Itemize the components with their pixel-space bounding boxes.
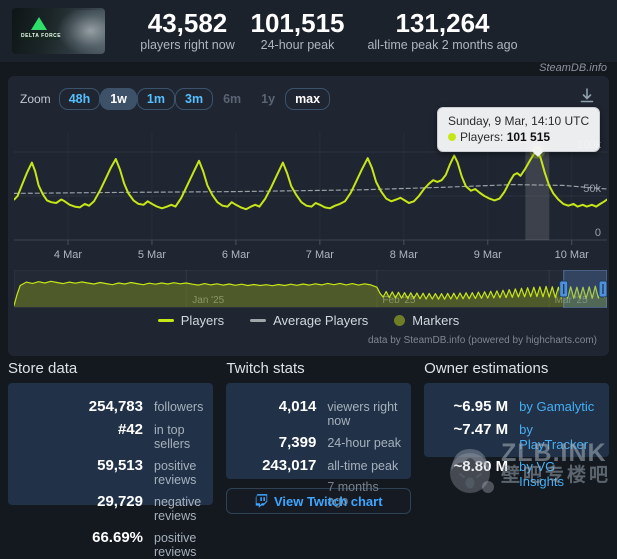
row-value: 254,783 (88, 398, 143, 415)
table-row: 4,014 viewers right now (236, 398, 401, 428)
legend-line-icon (157, 319, 174, 322)
zoom-label: Zoom (20, 92, 51, 106)
zoom-button-1m[interactable]: 1m (136, 88, 175, 110)
twitch-stats-title: Twitch stats (226, 360, 305, 377)
chart-legend: Players Average Players Markers (8, 313, 609, 328)
x-axis-label: 6 Mar (222, 249, 250, 261)
zoom-button-1y: 1y (251, 88, 285, 110)
delta-force-logo: DELTA FORCE (19, 17, 61, 40)
store-data-title: Store data (8, 360, 78, 377)
zoom-button-max[interactable]: max (285, 88, 331, 110)
legend-label: Markers (412, 313, 460, 328)
row-value: 29,729 (97, 493, 143, 510)
row-value: 243,017 (262, 457, 317, 474)
table-row: 66.69% positive reviews (18, 529, 203, 559)
table-row: 243,017 all-time peak (236, 457, 401, 474)
row-label: all-time peak (327, 459, 399, 473)
owner-estimate-link[interactable]: by Gamalytic (519, 399, 594, 414)
row-value: ~7.47 M (453, 421, 509, 438)
legend-dot-icon (394, 315, 406, 326)
zoom-button-48h[interactable]: 48h (58, 88, 101, 110)
x-axis-label: 4 Mar (54, 249, 82, 261)
row-label: in top sellers (154, 423, 191, 451)
table-row: ~7.47 M by PlayTracker (434, 421, 599, 452)
twitch-stats-column: Twitch stats 4,014 viewers right now 7,399… (226, 360, 412, 514)
row-label: followers (154, 400, 204, 414)
game-capsule-image[interactable]: DELTA FORCE (12, 8, 105, 54)
steamdb-link[interactable]: SteamDB.info (539, 62, 607, 74)
zoom-button-6m: 6m (213, 88, 251, 110)
y-axis-label-50k: 50k (583, 183, 601, 195)
navigator-handle-right[interactable] (598, 280, 607, 298)
table-row: ~8.80 M by VG Insights (434, 458, 599, 489)
store-data-card: 254,783 followers #42 in top sellers 59,513 p… (8, 383, 214, 559)
game-art-soldier (57, 10, 105, 54)
series-line-players (14, 149, 607, 211)
row-value: 59,513 (97, 457, 143, 474)
x-axis-label: 7 Mar (306, 249, 334, 261)
legend-label: Players (180, 313, 225, 328)
row-label: positive reviews (154, 459, 197, 487)
owner-estimate-link[interactable]: by PlayTracker (519, 422, 599, 452)
chart-attribution: data by SteamDB.info (powered by highcha… (368, 335, 597, 346)
owner-estimate-link[interactable]: by VG Insights (519, 459, 599, 489)
x-axis-label: 9 Mar (474, 249, 502, 261)
stat-alltime-peak: 131,264 all-time peak 2 months ago (335, 9, 550, 52)
table-row: 29,729 negative reviews (18, 493, 203, 523)
y-axis-label-0: 0 (595, 227, 601, 239)
owner-estimations-title: Owner estimations (424, 360, 549, 377)
twitch-icon (255, 494, 268, 508)
legend-label: Average Players (273, 313, 369, 328)
chart-tooltip: Sunday, 9 Mar, 14:10 UTC Players: 101 51… (437, 107, 601, 157)
row-label: viewers right now (327, 400, 398, 428)
x-axis-label: 10 Mar (555, 249, 590, 261)
table-row: ~6.95 M by Gamalytic (434, 398, 599, 415)
store-data-column: Store data 254,783 followers #42 in top sel… (8, 360, 214, 559)
stat-value: 131,264 (395, 8, 490, 38)
table-row: #42 in top sellers (18, 421, 203, 451)
table-row: 254,783 followers (18, 398, 204, 415)
row-value: #42 (117, 421, 143, 438)
app-header: DELTA FORCE 43,582 players right now 101… (0, 0, 617, 62)
row-label: positive reviews (154, 531, 197, 559)
row-value: 4,014 (278, 398, 317, 415)
row-label: negative reviews (154, 495, 202, 523)
x-axis-label: 5 Mar (138, 249, 166, 261)
legend-item-players[interactable]: Players (157, 313, 225, 328)
row-label: 24-hour peak (327, 436, 401, 450)
row-value: ~8.80 M (453, 458, 509, 475)
stat-label: all-time peak 2 months ago (367, 38, 518, 52)
owner-estimations-card: ~6.95 M by Gamalytic ~7.47 M by PlayTracker… (424, 383, 609, 489)
row-value: ~6.95 M (453, 398, 509, 415)
series-color-dot (448, 133, 456, 141)
navigator-handle-left[interactable] (559, 280, 569, 298)
zoom-button-1w[interactable]: 1w (100, 88, 137, 110)
download-chart-icon[interactable] (579, 88, 595, 104)
tooltip-date: Sunday, 9 Mar, 14:10 UTC (448, 114, 590, 128)
zoom-controls: Zoom 48h 1w 1m 3m 6m 1y max (20, 88, 331, 110)
row-value: 7,399 (278, 434, 317, 451)
tooltip-value: 101 515 (506, 130, 551, 144)
view-twitch-chart-label: View Twitch chart (273, 493, 383, 509)
legend-item-markers[interactable]: Markers (394, 313, 459, 328)
zoom-button-3m[interactable]: 3m (175, 88, 214, 110)
twitch-stats-card: 4,014 viewers right now 7,399 24-hour peak 2… (226, 383, 412, 508)
delta-triangle-icon (31, 17, 47, 30)
stats-section: Store data 254,783 followers #42 in top sel… (8, 360, 609, 559)
player-chart-panel: Zoom 48h1w1m3m6m1ymax 050k100k4 Mar5 Mar… (8, 76, 609, 356)
legend-item-average-players[interactable]: Average Players (250, 313, 368, 328)
legend-line-icon (250, 319, 267, 322)
table-row: 7,399 24-hour peak (236, 434, 401, 451)
x-axis-label: 8 Mar (390, 249, 418, 261)
range-navigator[interactable]: Jan '25Feb '25Mar '25 (14, 270, 607, 308)
table-row: 59,513 positive reviews (18, 457, 203, 487)
row-value: 66.69% (92, 529, 143, 546)
tooltip-series-label: Players: (460, 130, 504, 144)
owner-estimations-column: Owner estimations ~6.95 M by Gamalytic ~7.… (424, 360, 609, 514)
